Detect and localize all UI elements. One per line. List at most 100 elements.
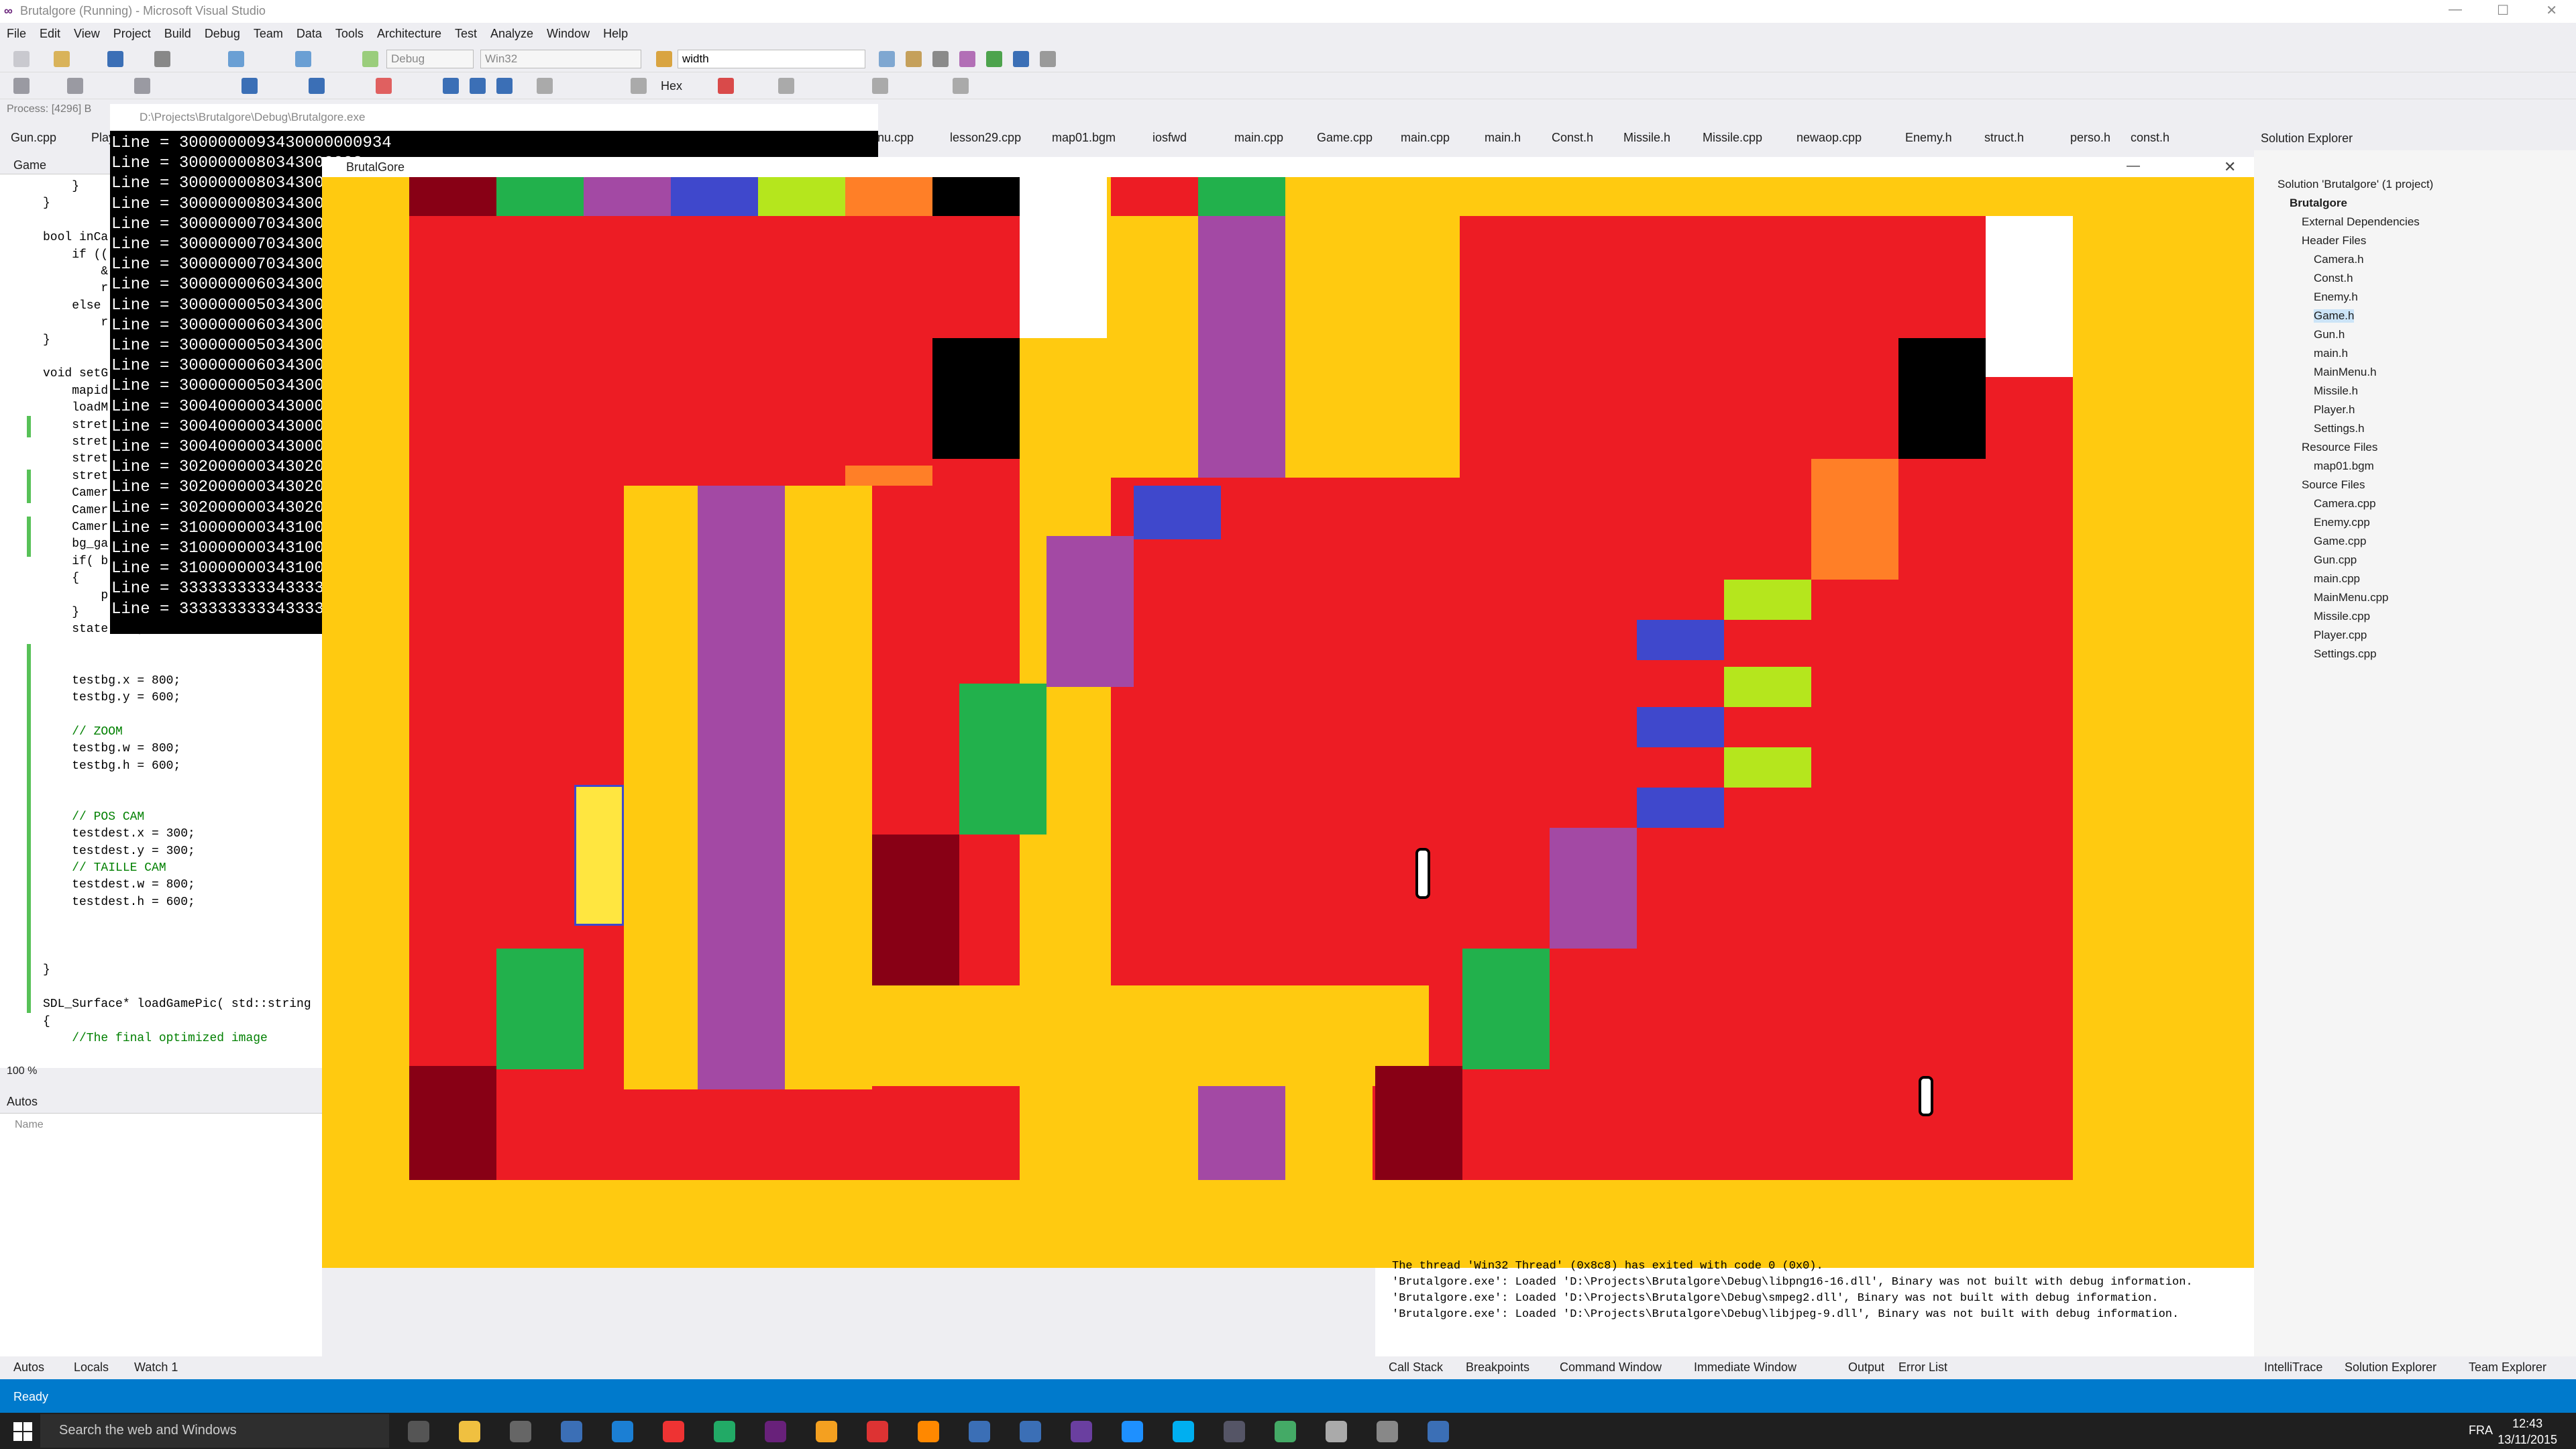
menu-item-data[interactable]: Data xyxy=(290,23,329,45)
scope-dropdown[interactable]: Game xyxy=(13,158,46,172)
step-icon[interactable] xyxy=(537,78,553,94)
app-icon[interactable] xyxy=(1377,1421,1398,1442)
document-tab[interactable]: map01.bgm xyxy=(1046,127,1121,148)
new-project-icon[interactable] xyxy=(13,51,30,67)
minimize-icon[interactable]: — xyxy=(2449,2,2462,17)
maximize-icon[interactable]: ☐ xyxy=(2497,2,2509,19)
find-icon[interactable] xyxy=(656,51,672,67)
toolbar-icon-7[interactable] xyxy=(1040,51,1056,67)
document-tab[interactable]: Game.cpp xyxy=(1311,127,1378,148)
mail-icon[interactable] xyxy=(561,1421,582,1442)
bottom-tab[interactable]: Breakpoints xyxy=(1466,1360,1529,1375)
steam-icon[interactable] xyxy=(714,1421,735,1442)
solution-item[interactable]: main.h xyxy=(2314,347,2348,360)
solution-item[interactable]: Player.h xyxy=(2314,403,2355,417)
windows-start-icon[interactable] xyxy=(13,1422,32,1441)
menu-item-help[interactable]: Help xyxy=(596,23,635,45)
edge-icon[interactable] xyxy=(612,1421,633,1442)
visual-studio-icon[interactable] xyxy=(1122,1421,1143,1442)
game-close-icon[interactable]: ✕ xyxy=(2224,158,2236,176)
toolbar-icon-11[interactable] xyxy=(241,78,258,94)
app-icon[interactable] xyxy=(1326,1421,1347,1442)
continue-icon[interactable] xyxy=(443,78,459,94)
open-icon[interactable] xyxy=(54,51,70,67)
document-tab[interactable]: main.cpp xyxy=(1229,127,1289,148)
bottom-tab[interactable]: Command Window xyxy=(1560,1360,1662,1375)
solution-item[interactable]: Settings.cpp xyxy=(2314,647,2377,661)
document-tab[interactable]: main.cpp xyxy=(1395,127,1455,148)
find-combo[interactable]: width xyxy=(678,50,865,68)
document-tab[interactable]: iosfwd xyxy=(1147,127,1192,148)
app-icon[interactable] xyxy=(969,1421,990,1442)
app-icon[interactable] xyxy=(1275,1421,1296,1442)
document-tab[interactable]: lesson29.cpp xyxy=(945,127,1026,148)
pause-icon[interactable] xyxy=(470,78,486,94)
document-tab[interactable]: Gun.cpp xyxy=(5,127,62,148)
solution-item[interactable]: Camera.h xyxy=(2314,253,2364,266)
document-tab[interactable]: perso.h xyxy=(2065,127,2116,148)
document-tab[interactable]: Enemy.h xyxy=(1900,127,1957,148)
solution-item[interactable]: Game.cpp xyxy=(2314,535,2366,548)
solution-item[interactable]: Missile.h xyxy=(2314,384,2358,398)
bottom-tab[interactable]: Team Explorer xyxy=(2469,1360,2546,1375)
document-tab[interactable]: const.h xyxy=(2125,127,2175,148)
menu-item-architecture[interactable]: Architecture xyxy=(370,23,448,45)
document-tab[interactable]: nu.cpp xyxy=(872,127,919,148)
solution-item[interactable]: Brutalgore xyxy=(2290,197,2347,210)
file-explorer-icon[interactable] xyxy=(459,1421,480,1442)
app-icon[interactable] xyxy=(765,1421,786,1442)
configuration-select[interactable]: Debug xyxy=(386,50,474,68)
document-tab[interactable]: main.h xyxy=(1479,127,1526,148)
vlc-icon[interactable] xyxy=(918,1421,939,1442)
bottom-tab[interactable]: Locals xyxy=(74,1360,109,1375)
bottom-tab[interactable]: Solution Explorer xyxy=(2345,1360,2436,1375)
solution-item[interactable]: MainMenu.h xyxy=(2314,366,2377,379)
solution-item[interactable]: map01.bgm xyxy=(2314,460,2374,473)
menu-item-team[interactable]: Team xyxy=(247,23,290,45)
document-tab[interactable]: Missile.h xyxy=(1618,127,1676,148)
save-icon[interactable] xyxy=(107,51,123,67)
app-icon[interactable] xyxy=(1020,1421,1041,1442)
menu-item-build[interactable]: Build xyxy=(158,23,198,45)
redo-icon[interactable] xyxy=(295,51,311,67)
taskbar-search[interactable]: Search the web and Windows xyxy=(40,1414,389,1448)
toolbar-icon-5[interactable] xyxy=(986,51,1002,67)
bottom-tab[interactable]: Output xyxy=(1848,1360,1884,1375)
toolbar-icon-9[interactable] xyxy=(67,78,83,94)
app-icon[interactable] xyxy=(1224,1421,1245,1442)
menu-item-file[interactable]: File xyxy=(0,23,33,45)
input-language[interactable]: FRA xyxy=(2469,1424,2493,1438)
solution-item[interactable]: Player.cpp xyxy=(2314,629,2367,642)
store-icon[interactable] xyxy=(510,1421,531,1442)
solution-item[interactable]: Header Files xyxy=(2302,234,2366,248)
bottom-tab[interactable]: Immediate Window xyxy=(1694,1360,1796,1375)
toolbar-icon-10[interactable] xyxy=(134,78,150,94)
menu-item-tools[interactable]: Tools xyxy=(329,23,370,45)
solution-item[interactable]: Gun.cpp xyxy=(2314,553,2357,567)
stop-icon[interactable] xyxy=(496,78,513,94)
game-minimize-icon[interactable]: — xyxy=(2127,158,2140,174)
solution-item[interactable]: Missile.cpp xyxy=(2314,610,2370,623)
solution-item[interactable]: Camera.cpp xyxy=(2314,497,2376,511)
game-canvas[interactable] xyxy=(322,177,2254,1268)
toolbar-icon-8[interactable] xyxy=(13,78,30,94)
bottom-tab[interactable]: Autos xyxy=(13,1360,44,1375)
close-icon[interactable]: ✕ xyxy=(2546,2,2557,19)
menu-item-analyze[interactable]: Analyze xyxy=(484,23,540,45)
bottom-tab[interactable]: Error List xyxy=(1898,1360,1947,1375)
app-icon[interactable] xyxy=(1428,1421,1449,1442)
menu-item-test[interactable]: Test xyxy=(448,23,484,45)
solution-item[interactable]: Enemy.h xyxy=(2314,290,2358,304)
app-icon[interactable] xyxy=(1071,1421,1092,1442)
solution-item[interactable]: Source Files xyxy=(2302,478,2365,492)
zoom-level[interactable]: 100 % xyxy=(7,1065,37,1077)
skype-icon[interactable] xyxy=(1173,1421,1194,1442)
document-tab[interactable]: Missile.cpp xyxy=(1697,127,1768,148)
toolbar-icon-13[interactable] xyxy=(631,78,647,94)
toolbar-icon-16[interactable] xyxy=(872,78,888,94)
chrome-icon[interactable] xyxy=(663,1421,684,1442)
platform-select[interactable]: Win32 xyxy=(480,50,641,68)
menu-item-window[interactable]: Window xyxy=(540,23,596,45)
toolbar-icon-2[interactable] xyxy=(906,51,922,67)
undo-icon[interactable] xyxy=(228,51,244,67)
